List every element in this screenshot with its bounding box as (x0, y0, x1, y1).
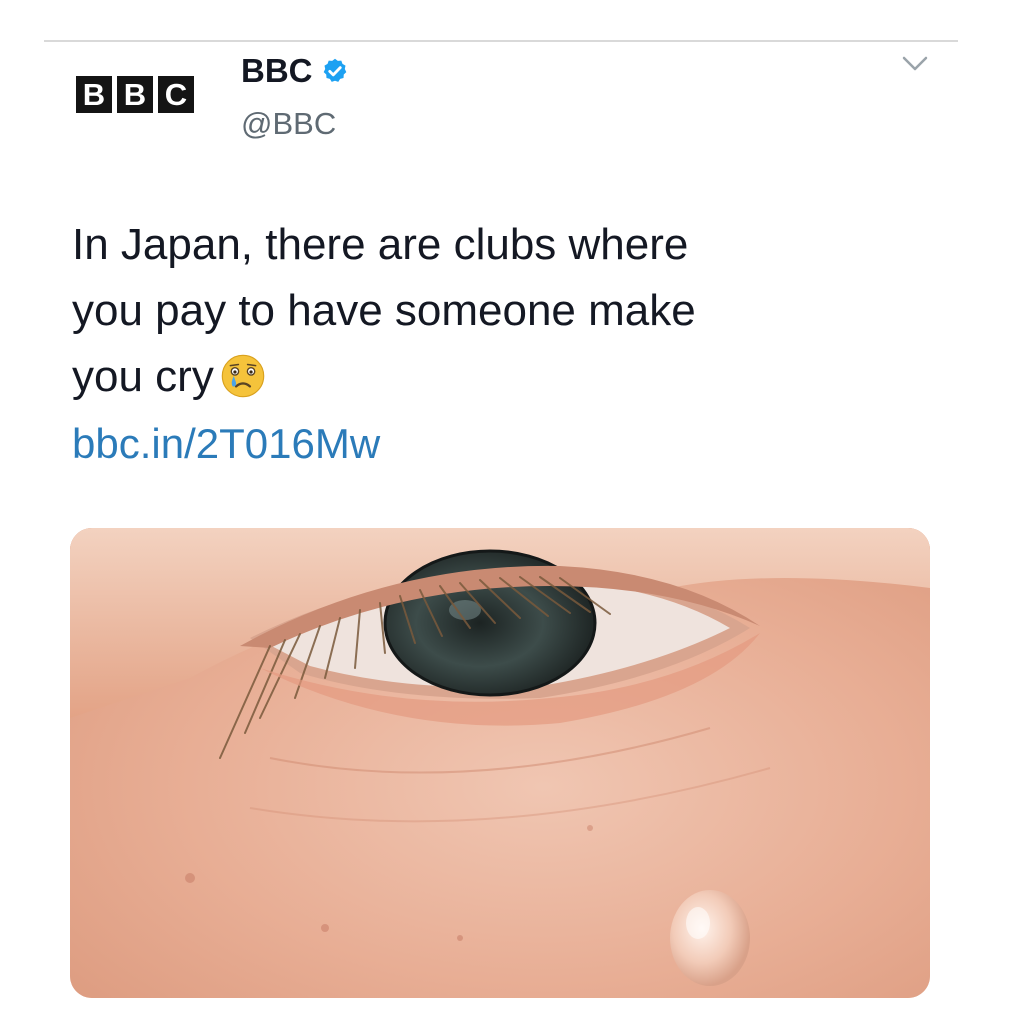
verified-badge-icon (323, 58, 346, 82)
tweet-link[interactable]: bbc.in/2T016Mw (72, 420, 380, 468)
logo-letter: B (117, 76, 153, 113)
logo-letter: C (158, 76, 194, 113)
tweet-text-line-last: you cry (72, 344, 932, 410)
author-name-row[interactable]: BBC (241, 52, 349, 90)
tweet-card: B B C BBC @BBC In Japan, there are clubs… (0, 0, 1010, 1017)
eye-photo (70, 528, 930, 998)
crying-face-icon (221, 354, 265, 398)
tweet-text: In Japan, there are clubs where you pay … (72, 212, 932, 410)
bbc-logo-avatar[interactable]: B B C (76, 76, 194, 113)
display-name[interactable]: BBC (241, 52, 313, 90)
tweet-text-line: you pay to have someone make (72, 286, 696, 335)
chevron-down-icon[interactable] (900, 54, 930, 74)
author-handle[interactable]: @BBC (241, 106, 336, 142)
tweet-media-image[interactable] (70, 528, 930, 998)
tweet-text-line: you cry (72, 352, 214, 401)
tweet-text-line: In Japan, there are clubs where (72, 220, 689, 269)
logo-letter: B (76, 76, 112, 113)
divider (44, 40, 958, 42)
